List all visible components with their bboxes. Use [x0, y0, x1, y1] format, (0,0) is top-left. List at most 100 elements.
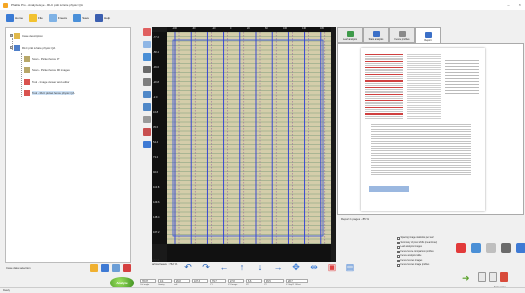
save-case-icon[interactable] — [101, 264, 109, 272]
report-preview[interactable] — [337, 43, 524, 215]
report-content-line — [407, 89, 441, 91]
close-report-icon[interactable] — [500, 272, 508, 282]
collapse-toggle-icon[interactable]: − — [10, 46, 13, 49]
report-content-line — [407, 117, 441, 119]
image-viewer[interactable]: -100 -60 -20 0 20 60 100 140 180 -77.2 -5… — [152, 27, 336, 262]
tool-icon — [24, 89, 30, 96]
ruler-tick-label: 140 — [302, 27, 306, 30]
ruler-tick-label: -2.0 — [153, 96, 158, 99]
tree-item-case-description[interactable]: + Case description — [10, 32, 43, 39]
document-icon[interactable] — [486, 243, 496, 253]
open-folder-icon[interactable] — [90, 264, 98, 272]
report-option-checkbox[interactable] — [397, 250, 400, 253]
tree-item-rlc-qa[interactable]: − RLC prêt à faire physic QA — [10, 44, 55, 51]
status-field[interactable]: 78.07 — [140, 279, 156, 283]
tab-leaf-analysis[interactable]: Leaf analysis — [337, 27, 363, 43]
tree-item-scan-picket-90[interactable]: Scan - Picket fence 90 images — [24, 66, 70, 73]
status-field[interactable]: 26.8 — [174, 279, 190, 283]
freeze-button[interactable]: Freeze — [48, 13, 68, 23]
picket-fence-image[interactable] — [167, 32, 331, 244]
arrow-left-icon[interactable]: ← — [219, 262, 229, 272]
arrow-right-icon[interactable]: → — [273, 262, 283, 272]
tab-stats-analysis[interactable]: Stats analysis — [363, 27, 389, 43]
rotate-right-icon[interactable]: ↷ — [201, 262, 211, 272]
report-option-checkbox[interactable] — [397, 259, 400, 262]
qa-icon — [14, 44, 20, 51]
record-icon[interactable]: ▣ — [327, 262, 337, 272]
edit-icon[interactable] — [501, 243, 511, 253]
pan-icon[interactable] — [143, 40, 151, 48]
report-content-line — [371, 140, 471, 142]
tool-icon — [24, 78, 30, 85]
print-preview-icon[interactable] — [478, 272, 486, 282]
reset-icon[interactable] — [143, 140, 151, 148]
status-field[interactable]: 45.5 — [264, 279, 284, 283]
rotate-left-icon[interactable]: ↶ — [183, 262, 193, 272]
export-icon[interactable] — [516, 243, 525, 253]
arrow-up-icon[interactable]: ↑ — [237, 262, 247, 272]
delete-case-icon[interactable] — [123, 264, 131, 272]
home-button[interactable]: Home — [5, 13, 24, 23]
status-field[interactable]: 28.7 — [286, 279, 308, 283]
report-content-line — [407, 95, 441, 97]
tab-fence-profiles[interactable]: Fence profiles — [389, 27, 415, 43]
report-option-checkbox[interactable] — [397, 246, 400, 249]
next-step-arrow-icon[interactable]: ➜ — [462, 274, 474, 283]
report-option-checkbox[interactable] — [397, 237, 400, 240]
file-button[interactable]: File — [28, 13, 44, 23]
annotate-icon[interactable] — [143, 128, 151, 136]
report-content-line — [445, 87, 479, 88]
tree-item-picket-fence-qa[interactable]: Tool - RLC picket fence physic QA — [24, 89, 75, 96]
freeze-icon — [48, 14, 57, 22]
report-content-line — [369, 186, 409, 192]
report-content-line — [407, 102, 441, 104]
report-option-label: Summary of pixel shifts (mean/max) — [400, 241, 438, 244]
report-content-line — [365, 73, 403, 75]
status-label: coll — [174, 284, 178, 286]
stats-analysis-icon — [372, 31, 380, 37]
report-content-line — [407, 80, 441, 82]
settings-icon[interactable] — [456, 243, 466, 253]
arrow-down-icon[interactable]: ↓ — [255, 262, 265, 272]
tab-report[interactable]: Report — [415, 27, 441, 43]
report-options-list: Spacing image statistics per leaf Summary… — [397, 236, 443, 272]
save-image-icon[interactable]: ▤ — [345, 262, 355, 272]
help-icon — [95, 14, 104, 22]
report-option-checkbox[interactable] — [397, 264, 400, 267]
magnify-icon[interactable] — [143, 53, 151, 61]
profile-icon[interactable] — [143, 90, 151, 98]
status-field[interactable]: 107.3 — [192, 279, 208, 283]
curve-icon[interactable] — [143, 103, 151, 111]
help-button[interactable]: Help — [94, 13, 111, 23]
grid-icon[interactable] — [143, 65, 151, 73]
report-option-item[interactable]: Fence fences image profiles — [397, 263, 443, 268]
pdf-icon[interactable] — [489, 272, 497, 282]
report-content-line — [365, 102, 403, 104]
search-icon[interactable] — [471, 243, 481, 253]
save-button[interactable]: Save — [72, 13, 90, 23]
fit-icon[interactable]: ⇹ — [309, 262, 319, 272]
image-navigation: ↶ ↷ ← ↑ ↓ → ✥ ⇹ ▣ ▤ — [183, 262, 355, 272]
status-field[interactable]: 79.7 — [210, 279, 226, 283]
report-content-line — [445, 75, 479, 76]
report-option-checkbox[interactable] — [397, 255, 400, 258]
report-content-line — [445, 84, 479, 85]
report-content-line — [407, 78, 441, 80]
expand-toggle-icon[interactable]: + — [10, 34, 13, 37]
invert-icon[interactable] — [143, 78, 151, 86]
add-case-icon[interactable] — [112, 264, 120, 272]
close-button[interactable]: × — [519, 2, 521, 7]
measure-icon[interactable] — [143, 115, 151, 123]
tree-item-scan-picket-0[interactable]: Scan - Picket fence 0° — [24, 55, 60, 62]
status-field[interactable]: 6.6 — [246, 279, 262, 283]
minimize-button[interactable]: – — [507, 2, 509, 7]
center-icon[interactable]: ✥ — [291, 262, 301, 272]
status-field[interactable]: 0.4 — [158, 279, 172, 283]
report-content-line — [365, 71, 403, 73]
ruler-tick-label: -77.2 — [153, 36, 159, 39]
report-option-checkbox[interactable] — [397, 241, 400, 244]
status-field[interactable]: 27.8 — [228, 279, 244, 283]
zoom-fit-icon[interactable] — [143, 28, 151, 36]
ruler-tick-label: 129.6 — [153, 201, 160, 204]
tree-item-image-viewer[interactable]: Tool - Image viewer and editor — [24, 78, 69, 85]
